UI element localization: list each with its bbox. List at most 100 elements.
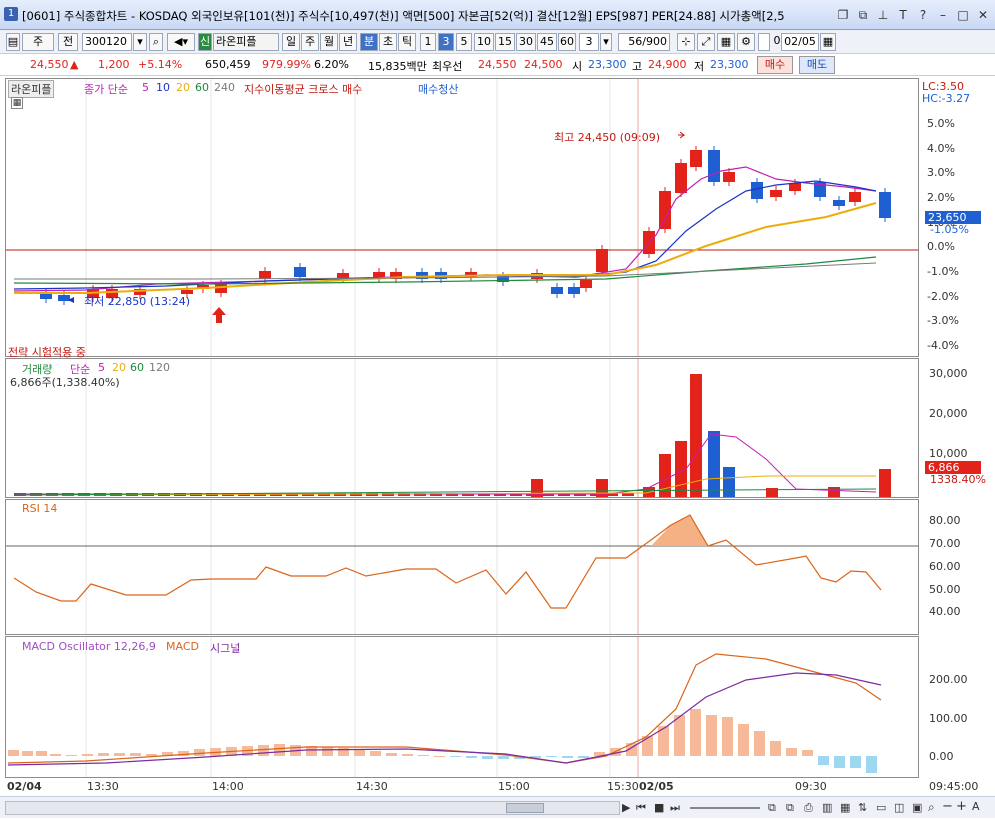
maximize-icon[interactable]: □ [955, 7, 971, 23]
xaxis-label: 14:30 [356, 780, 388, 793]
menu-icon[interactable]: ▤ [6, 33, 20, 51]
layout2-icon[interactable]: ⧉ [786, 801, 794, 815]
zoom-slider[interactable] [690, 807, 760, 809]
interval-week[interactable]: 주 [301, 33, 319, 51]
candle [708, 150, 720, 182]
price-panel[interactable]: 라온피플 종가 단순 5 10 20 60 240 지수이동평균 크로스 매수 … [5, 78, 981, 359]
count-input[interactable]: 3 [579, 33, 599, 51]
text-icon[interactable]: T [895, 7, 911, 23]
stock-name[interactable]: 라온피플 [213, 33, 279, 51]
volume-panel[interactable]: 거래량 단순 5 20 60 120 6,866주(1,338.40%) 30,… [5, 358, 986, 498]
search-icon[interactable]: ⌕ [149, 33, 163, 51]
candle [751, 182, 763, 199]
xaxis-label: 02/04 [7, 780, 42, 793]
first-icon[interactable]: ⏮ [636, 801, 646, 815]
scroll-bar: ▶ ⏮ ■ ⏭ ⧉ ⧉ ⎙ ▥ ▦ ⇅ ▭ ◫ ▣ ⌕ − + A [0, 796, 995, 818]
rsi-yaxis-80: 80.00 [929, 514, 961, 527]
macd-oscillator-bar [258, 745, 269, 756]
minute-3[interactable]: 3 [438, 33, 454, 51]
macd-oscillator-bar [674, 715, 685, 756]
candle [849, 192, 861, 202]
macd-oscillator-bar [818, 756, 829, 765]
grid-icon[interactable]: ▦ [717, 33, 735, 51]
minute-10[interactable]: 10 [474, 33, 494, 51]
interval-day[interactable]: 일 [282, 33, 300, 51]
settings-icon[interactable]: ⚙ [737, 33, 755, 51]
scroll-thumb[interactable] [506, 803, 544, 813]
draw-icon[interactable]: ⤢ [697, 33, 715, 51]
ma-240: 240 [214, 81, 235, 94]
low-price: 23,300 [710, 58, 749, 71]
help-icon[interactable]: ? [915, 7, 931, 23]
window-icon[interactable]: ▭ [876, 801, 886, 814]
sell-button[interactable]: 매도 [799, 56, 835, 74]
link-icon[interactable]: ⧉ [855, 7, 871, 23]
minute-45[interactable]: 45 [537, 33, 557, 51]
close-icon[interactable]: ✕ [975, 7, 991, 23]
restore-icon[interactable]: ❐ [835, 7, 851, 23]
code-dropdown-icon[interactable]: ▾ [133, 33, 147, 51]
minute-1[interactable]: 1 [420, 33, 436, 51]
zoom-out-icon[interactable]: − [942, 799, 953, 814]
pin-icon[interactable]: ⊥ [875, 7, 891, 23]
table-icon[interactable]: ▦ [840, 801, 850, 814]
stock-code-input[interactable]: 300120 [82, 33, 132, 51]
yaxis-m4: -4.0% [927, 339, 959, 352]
macd-oscillator-bar [386, 753, 397, 756]
last-icon[interactable]: ⏭ [670, 801, 680, 815]
macd-oscillator-bar [466, 756, 477, 758]
period-select[interactable]: 주 [22, 33, 54, 51]
ma60-line [13, 256, 877, 285]
vol-ma-120: 120 [149, 361, 170, 374]
range-input[interactable]: 56/900 [618, 33, 670, 51]
buy-signal-arrow-icon [212, 307, 226, 323]
yaxis-4: 4.0% [927, 142, 955, 155]
minute-5[interactable]: 5 [456, 33, 472, 51]
volume-detail: 6,866주(1,338.40%) [10, 376, 120, 389]
volume-chart [13, 359, 891, 497]
candle [215, 284, 227, 293]
buy-button[interactable]: 매수 [757, 56, 793, 74]
date-input[interactable]: 02/05 [781, 33, 819, 51]
zoom-icon[interactable]: ⌕ [928, 800, 935, 815]
minute-15[interactable]: 15 [495, 33, 515, 51]
high-arrow-icon [678, 131, 686, 139]
interval-tick[interactable]: 틱 [398, 33, 416, 51]
macd-oscillator-bar [754, 731, 765, 756]
scroll-right-icon[interactable]: ▶ [622, 801, 630, 814]
print-icon[interactable]: ⎙ [804, 801, 813, 815]
interval-second[interactable]: 초 [379, 33, 397, 51]
interval-year[interactable]: 년 [339, 33, 357, 51]
minimize-icon[interactable]: – [935, 7, 951, 23]
minute-60[interactable]: 60 [558, 33, 576, 51]
count-dropdown-icon[interactable]: ▾ [600, 33, 612, 51]
layout-icon[interactable]: ⧉ [768, 801, 776, 815]
candle [551, 287, 563, 294]
chart-type-icon[interactable]: ▥ [822, 801, 832, 814]
candle [833, 200, 845, 206]
font-size-icon[interactable]: A [972, 800, 980, 813]
table-icon[interactable]: ▦ [11, 97, 23, 109]
indicator-icon[interactable]: ⊹ [677, 33, 695, 51]
sound-icon[interactable]: ◀▾ [167, 33, 195, 51]
zoom-in-icon[interactable]: + [956, 799, 967, 814]
stop-icon[interactable]: ■ [654, 801, 664, 814]
calendar-icon[interactable]: ▦ [820, 33, 836, 51]
horizontal-scrollbar[interactable] [5, 801, 620, 815]
macd-panel[interactable]: MACD Oscillator 12,26,9 MACD 시그널 200.00 … [5, 636, 968, 778]
xaxis-right: 09:45:00 [929, 780, 979, 793]
save-icon[interactable]: ▣ [912, 801, 922, 814]
macd-oscillator-bar [482, 756, 493, 759]
candle [568, 287, 580, 294]
prev-button[interactable]: 전 [58, 33, 78, 51]
minute-30[interactable]: 30 [516, 33, 536, 51]
macd-oscillator-bar [194, 749, 205, 756]
interval-minute[interactable]: 분 [360, 33, 378, 51]
split-icon[interactable]: ◫ [894, 801, 904, 814]
date-checkbox[interactable] [758, 33, 770, 51]
rsi-panel[interactable]: RSI 14 80.00 70.00 60.00 50.00 40.00 [5, 499, 961, 635]
volume-bar [723, 467, 735, 497]
compare-icon[interactable]: ⇅ [858, 801, 867, 814]
interval-month[interactable]: 월 [320, 33, 338, 51]
price-chart [6, 79, 918, 356]
